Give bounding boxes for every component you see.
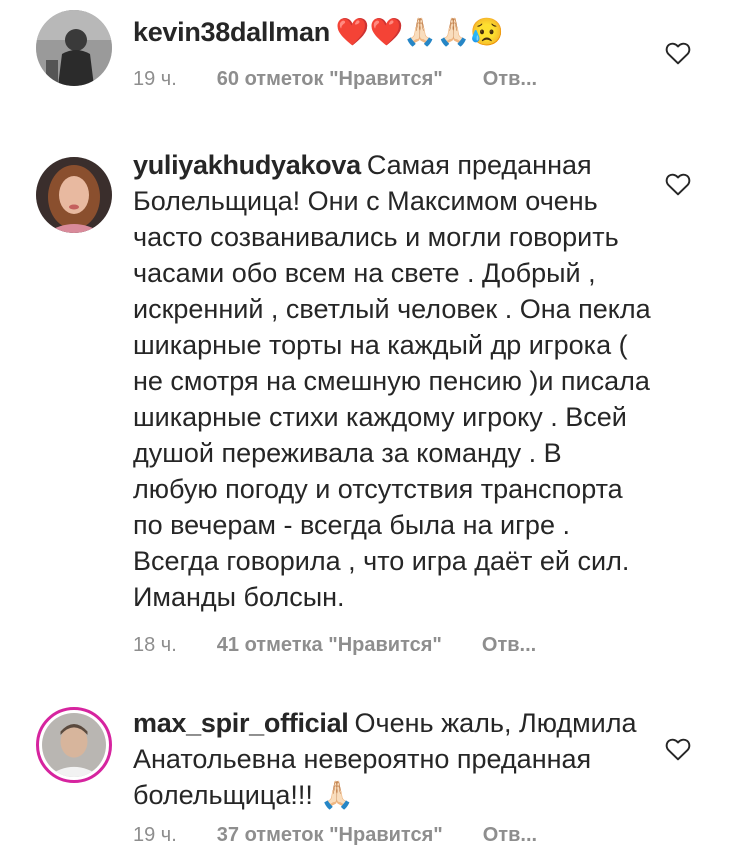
- reply-button[interactable]: Отв...: [483, 64, 537, 94]
- like-heart-icon[interactable]: [665, 172, 691, 196]
- avatar[interactable]: [36, 707, 112, 783]
- like-heart-icon[interactable]: [665, 737, 691, 761]
- reply-button[interactable]: Отв...: [483, 820, 537, 850]
- comment-time: 19 ч.: [133, 824, 177, 846]
- reply-button[interactable]: Отв...: [482, 630, 536, 660]
- avatar[interactable]: [36, 10, 112, 86]
- comment-username[interactable]: max_spir_official: [133, 708, 349, 738]
- comment-likes-link[interactable]: 41 отметка "Нравится": [217, 630, 442, 660]
- avatar[interactable]: [36, 157, 112, 233]
- comment-username[interactable]: kevin38dallman: [133, 17, 330, 47]
- comment-item: kevin38dallman ❤️❤️🙏🏻🙏🏻😥 19 ч. 60 отметок…: [0, 0, 730, 125]
- comment-time: 18 ч.: [133, 634, 177, 656]
- comment-text: Самая преданная Болельщица! Они с Максим…: [133, 150, 651, 612]
- comment-likes-link[interactable]: 60 отметок "Нравится": [217, 64, 443, 94]
- like-heart-icon[interactable]: [665, 41, 691, 65]
- avatar-image: [36, 157, 112, 233]
- comment-time: 19 ч.: [133, 68, 177, 90]
- comment-username[interactable]: yuliyakhudyakova: [133, 150, 361, 180]
- comment-item: max_spir_official Очень жаль, Людмила Ана…: [0, 685, 730, 865]
- comment-item: yuliyakhudyakova Самая преданная Болельщи…: [0, 125, 730, 685]
- comment-text: ❤️❤️🙏🏻🙏🏻😥: [335, 17, 504, 47]
- avatar-image: [42, 713, 106, 777]
- comment-likes-link[interactable]: 37 отметок "Нравится": [217, 820, 443, 850]
- avatar-image: [36, 10, 112, 86]
